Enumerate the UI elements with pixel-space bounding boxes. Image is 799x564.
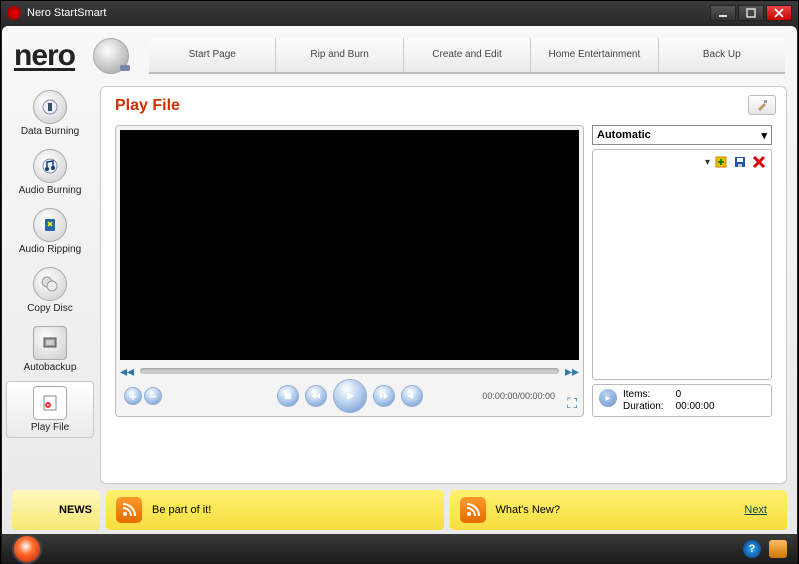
tools-button[interactable]: [748, 95, 776, 115]
playlist-menu-icon[interactable]: ▾: [705, 157, 710, 168]
statusbar: ?: [2, 534, 797, 564]
app-icon: [7, 6, 21, 20]
playlist-save-icon[interactable]: [732, 154, 748, 170]
sidebar-autobackup[interactable]: Autobackup: [6, 322, 94, 377]
zoom-in-button[interactable]: +: [124, 387, 142, 405]
sidebar-item-label: Copy Disc: [27, 303, 73, 314]
disc-data-icon: [33, 90, 67, 124]
duration-label: Duration:: [623, 401, 664, 412]
duration-value: 00:00:00: [676, 401, 715, 412]
sidebar-item-label: Audio Ripping: [19, 244, 81, 255]
copy-disc-icon: [33, 267, 67, 301]
disc-audio-icon: [33, 149, 67, 183]
topnav-backup[interactable]: Back Up: [659, 38, 785, 72]
dropdown-value: Automatic: [597, 129, 651, 141]
main-panel: Play File ◂◂ ▸▸ + −: [100, 86, 787, 484]
options-button[interactable]: [769, 540, 787, 558]
sidebar-item-label: Autobackup: [24, 362, 77, 373]
seek-back-button[interactable]: ◂◂: [120, 363, 134, 380]
burn-button[interactable]: [12, 534, 42, 564]
playlist-add-icon[interactable]: [713, 154, 729, 170]
volume-button[interactable]: [401, 385, 423, 407]
video-display: [120, 130, 579, 360]
window-title: Nero StartSmart: [27, 7, 710, 19]
news-label: NEWS: [12, 490, 100, 530]
rip-icon: [33, 208, 67, 242]
maximize-button[interactable]: [738, 5, 764, 21]
sidebar-copy-disc[interactable]: Copy Disc: [6, 263, 94, 318]
rss-icon: [460, 497, 486, 523]
news-next-link[interactable]: Next: [734, 504, 777, 516]
help-button[interactable]: ?: [743, 540, 761, 558]
sidebar-audio-burning[interactable]: Audio Burning: [6, 145, 94, 200]
seek-bar[interactable]: [140, 368, 559, 374]
sidebar-data-burning[interactable]: Data Burning: [6, 86, 94, 141]
fullscreen-button[interactable]: ⛶: [567, 395, 577, 412]
playlist-info: ▸ Items: 0 Duration: 00:00:00: [592, 384, 772, 417]
prev-button[interactable]: [305, 385, 327, 407]
titlebar: Nero StartSmart: [1, 1, 798, 25]
news-item-text: Be part of it!: [152, 504, 211, 516]
sidebar-item-label: Data Burning: [21, 126, 79, 137]
play-file-icon: [33, 386, 67, 420]
topnav-rip-burn[interactable]: Rip and Burn: [276, 38, 403, 72]
page-title: Play File: [115, 97, 772, 115]
topnav-create-edit[interactable]: Create and Edit: [404, 38, 531, 72]
topnav-home-ent[interactable]: Home Entertainment: [531, 38, 658, 72]
seek-forward-button[interactable]: ▸▸: [565, 363, 579, 380]
playlist-box[interactable]: ▾: [592, 149, 772, 380]
topnav-start-page[interactable]: Start Page: [149, 38, 276, 72]
top-nav: Start Page Rip and Burn Create and Edit …: [149, 38, 785, 74]
rss-icon: [116, 497, 142, 523]
news-item-1[interactable]: Be part of it!: [106, 490, 444, 530]
sidebar-item-label: Play File: [31, 422, 69, 433]
items-label: Items:: [623, 389, 664, 400]
close-button[interactable]: [766, 5, 792, 21]
minimize-button[interactable]: [710, 5, 736, 21]
time-display: 00:00:00/00:00:00: [482, 391, 555, 401]
chevron-down-icon: ▾: [761, 129, 767, 142]
sidebar: Data Burning Audio Burning Audio Ripping…: [6, 86, 94, 484]
play-button[interactable]: [333, 379, 367, 413]
news-item-text: What's New?: [496, 504, 560, 516]
playlist-mode-dropdown[interactable]: Automatic ▾: [592, 125, 772, 145]
items-value: 0: [676, 389, 715, 400]
zoom-out-button[interactable]: −: [144, 387, 162, 405]
news-item-2[interactable]: What's New? Next: [450, 490, 788, 530]
playlist-delete-icon[interactable]: [751, 154, 767, 170]
sidebar-item-label: Audio Burning: [19, 185, 82, 196]
sidebar-audio-ripping[interactable]: Audio Ripping: [6, 204, 94, 259]
backup-icon: [33, 326, 67, 360]
logo: nero: [14, 39, 75, 73]
play-small-icon[interactable]: ▸: [599, 389, 617, 407]
sidebar-play-file[interactable]: Play File: [6, 381, 94, 438]
next-button[interactable]: [373, 385, 395, 407]
disc-menu-button[interactable]: [93, 38, 129, 74]
stop-button[interactable]: [277, 385, 299, 407]
